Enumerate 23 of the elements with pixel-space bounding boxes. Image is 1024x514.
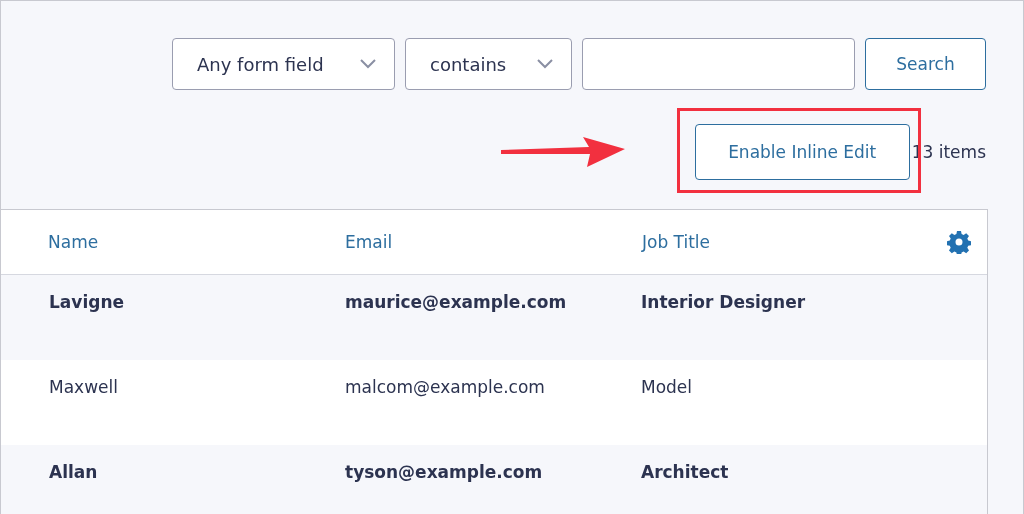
search-button[interactable]: Search	[865, 38, 986, 90]
table-cell-text: Lavigne	[49, 292, 125, 314]
chevron-icon	[360, 59, 376, 69]
operator-dropdown[interactable]: contains	[405, 38, 572, 90]
table-cell-text: tyson@example.com	[345, 462, 544, 484]
column-header[interactable]: Email	[345, 232, 642, 252]
settings-icon[interactable]	[947, 230, 971, 254]
column-header[interactable]: Name	[48, 232, 345, 252]
table-row[interactable]: Allan tyson@example.com Architect	[1, 445, 987, 514]
table-cell-text: Interior Designer	[641, 292, 807, 314]
inline-edit-button[interactable]: Enable Inline Edit	[694, 124, 910, 180]
arrow-icon	[500, 137, 625, 167]
table-cell-text: maurice@example.com	[345, 292, 568, 314]
table-cell-text: Maxwell	[49, 377, 119, 399]
column-header[interactable]: Job Title	[642, 232, 942, 252]
table-row[interactable]: Lavigne maurice@example.com Interior Designer	[1, 275, 987, 360]
table-cell-text: Allan	[49, 462, 99, 484]
table-cell-text: malcom@example.com	[345, 377, 546, 399]
chevron-icon	[537, 59, 553, 69]
search-field[interactable]	[582, 38, 855, 90]
table-cell-text: Model	[641, 377, 694, 399]
table-cell-text: Architect	[641, 462, 730, 484]
field-dropdown[interactable]: Any form field	[172, 38, 395, 90]
